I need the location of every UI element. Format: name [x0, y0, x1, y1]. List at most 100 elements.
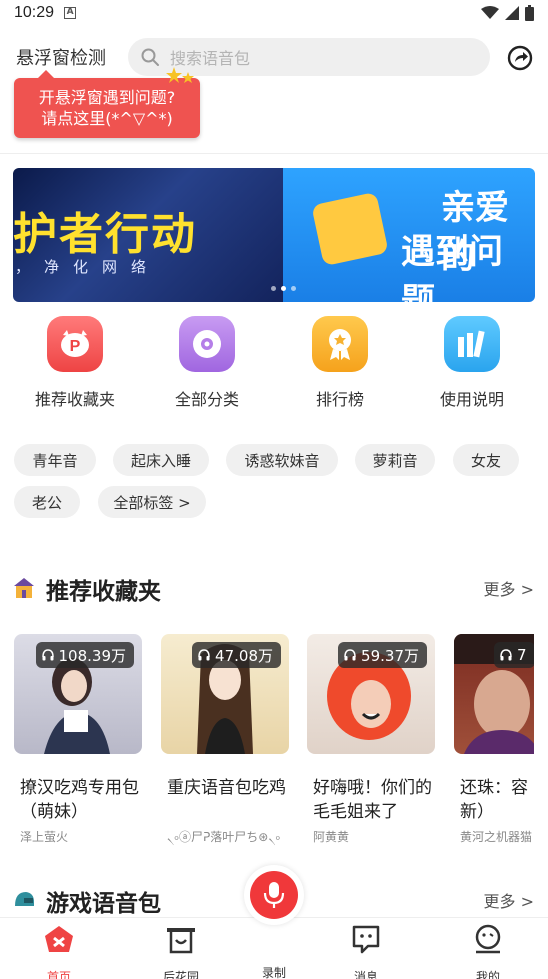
record-button-inner — [250, 871, 298, 919]
nav-profile[interactable]: 我的 — [443, 918, 533, 979]
folder-card[interactable]: 47.08万 重庆语音包吃鸡 ৲৹ⓐ尸ᕈ落叶尸ち⊛৲৹ — [161, 634, 289, 849]
tag-chip[interactable]: 老公 — [14, 486, 80, 518]
status-bar: 10:29 A — [0, 0, 548, 26]
mic-icon — [263, 882, 285, 908]
battery-icon — [525, 5, 534, 21]
play-count-badge: 47.08万 — [192, 642, 281, 668]
search-icon — [141, 48, 159, 66]
card-thumbnail: 108.39万 — [14, 634, 142, 754]
play-count-badge: 108.39万 — [35, 642, 134, 668]
book-icon — [444, 316, 500, 372]
category-instructions[interactable]: 使用说明 — [412, 316, 532, 410]
house-icon — [14, 578, 34, 598]
record-button[interactable] — [244, 865, 304, 925]
nav-label: 录制 — [261, 966, 286, 979]
svg-text:P: P — [70, 338, 81, 355]
card-title: 还珠：容（更新） — [460, 778, 534, 822]
play-count: 59.37万 — [361, 646, 419, 665]
banner-subline: ，净化网络 — [15, 258, 161, 276]
tag-chip[interactable]: 诱惑软妹音 — [226, 444, 338, 476]
headphones-icon — [344, 649, 356, 661]
more-link[interactable]: 更多 > — [484, 576, 535, 600]
wifi-icon — [481, 6, 499, 19]
play-count-badge: 59.37万 — [338, 642, 427, 668]
category-ranking[interactable]: 排行榜 — [280, 316, 400, 410]
tag-chip[interactable]: 萝莉音 — [355, 444, 435, 476]
category-label: 排行榜 — [315, 390, 364, 409]
play-count-badge: 7 — [494, 642, 534, 668]
tag-chip[interactable]: 女友 — [453, 444, 519, 476]
nav-label: 首页 — [46, 970, 71, 979]
more-link[interactable]: 更多 > — [484, 888, 535, 912]
status-time: 10:29 — [14, 4, 55, 21]
category-grid: P 推荐收藏夹 全部分类 排行榜 使用说明 — [0, 316, 548, 416]
nav-record-spacer — [258, 924, 290, 954]
disc-icon — [179, 316, 235, 372]
category-label: 推荐收藏夹 — [34, 390, 115, 409]
section-title: 游戏语音包 — [46, 891, 161, 917]
card-author: 泽上萤火 — [20, 830, 69, 844]
card-thumbnail: 59.37万 — [307, 634, 435, 754]
banner-right-line2: 遇到问题 — [401, 232, 503, 302]
star-icon — [166, 67, 194, 83]
play-count: 7 — [517, 646, 527, 664]
headphones-icon — [500, 649, 512, 661]
card-title: 好嗨哦！你们的毛毛姐来了 — [313, 778, 432, 822]
nav-label: 后花园 — [162, 970, 199, 979]
float-window-check-button[interactable]: 悬浮窗检测 — [16, 44, 106, 70]
headphones-icon — [198, 649, 210, 661]
tooltip-line-1: 开悬浮窗遇到问题? — [38, 88, 176, 107]
banner-headline: 护者行动 — [13, 209, 197, 260]
nav-record[interactable]: 录制 — [229, 918, 319, 979]
bottom-nav: 首页 后花园 录制 消息 我的 — [0, 917, 548, 979]
chat-bubble-illustration — [311, 191, 389, 267]
all-tags-button[interactable]: 全部标签 > — [98, 486, 206, 518]
medal-icon — [312, 316, 368, 372]
banner-dot — [271, 286, 276, 291]
banner-pagination — [271, 286, 296, 291]
card-thumbnail: 47.08万 — [161, 634, 289, 754]
play-count: 47.08万 — [215, 646, 273, 665]
share-icon[interactable] — [506, 44, 534, 72]
card-author: 阿黄黄 — [313, 830, 350, 844]
piggy-p-icon: P — [47, 316, 103, 372]
card-author: ৲৹ⓐ尸ᕈ落叶尸ち⊛৲৹ — [167, 830, 281, 844]
folder-card[interactable]: 108.39万 撩汉吃鸡专用包（萌妹） 泽上萤火 — [14, 634, 142, 845]
status-icons — [481, 5, 534, 21]
banner-slide-right: 亲爱的 遇到问题 — [283, 168, 535, 302]
card-title: 重庆语音包吃鸡 — [167, 778, 286, 798]
nav-label: 我的 — [475, 970, 500, 979]
category-label: 全部分类 — [174, 390, 239, 409]
folder-card[interactable]: 59.37万 好嗨哦！你们的毛毛姐来了 阿黄黄 — [307, 634, 435, 845]
notification-a-icon: A — [64, 7, 77, 19]
nav-label: 消息 — [353, 970, 378, 979]
signal-icon — [505, 6, 519, 20]
headphones-icon — [41, 649, 54, 661]
card-author: 黄河之机器猫 — [460, 830, 533, 844]
banner-dot — [291, 286, 296, 291]
promo-banner[interactable]: 护者行动 ，净化网络 亲爱的 遇到问题 — [13, 168, 535, 302]
category-all[interactable]: 全部分类 — [147, 316, 267, 410]
tag-chip[interactable]: 起床入睡 — [113, 444, 209, 476]
profile-icon — [475, 924, 501, 954]
category-recommended-folders[interactable]: P 推荐收藏夹 — [15, 316, 135, 410]
garden-icon — [167, 928, 195, 954]
nav-home[interactable]: 首页 — [14, 918, 104, 979]
card-thumbnail: 7 — [454, 634, 534, 754]
section-recommended-header: 推荐收藏夹 更多 > — [0, 568, 548, 608]
folder-card[interactable]: 7 还珠：容（更新） 黄河之机器猫 — [454, 634, 534, 845]
home-icon — [45, 926, 73, 952]
banner-dot-active — [281, 286, 286, 291]
top-header: 悬浮窗检测 搜索语音包 — [0, 34, 548, 80]
banner-slide-left: 护者行动 ，净化网络 — [13, 168, 283, 302]
tooltip-line-2: 请点这里(*^▽^*) — [41, 109, 173, 128]
section-title: 推荐收藏夹 — [46, 579, 161, 605]
game-helmet-icon — [15, 892, 34, 906]
tag-chip[interactable]: 青年音 — [14, 444, 96, 476]
nav-messages[interactable]: 消息 — [321, 918, 411, 979]
message-icon — [352, 925, 380, 954]
card-title: 撩汉吃鸡专用包（萌妹） — [20, 778, 139, 822]
nav-garden[interactable]: 后花园 — [136, 918, 226, 979]
header-divider — [0, 153, 548, 154]
category-label: 使用说明 — [439, 390, 504, 409]
